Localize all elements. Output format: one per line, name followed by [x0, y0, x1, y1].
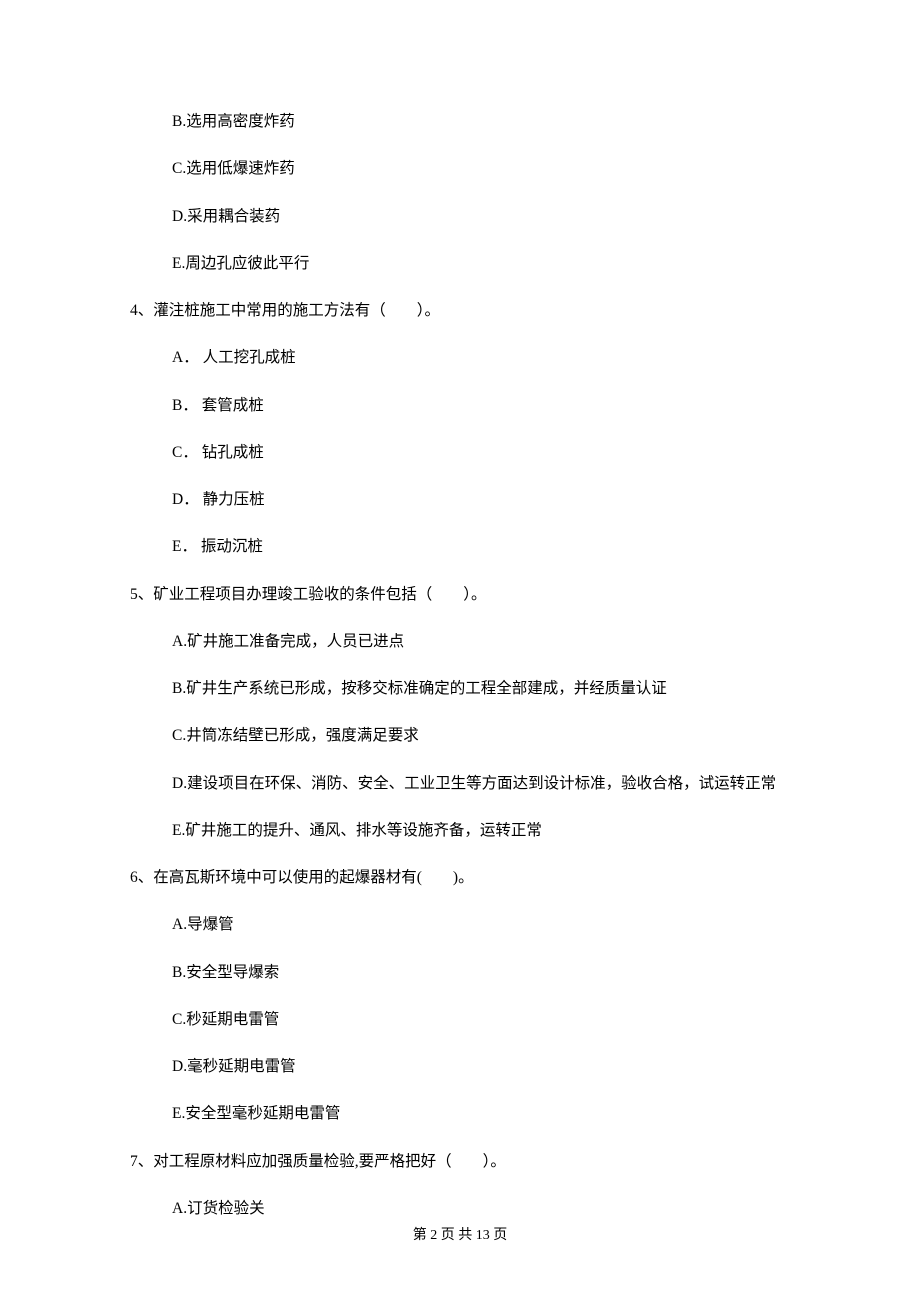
q5-option-c: C.井筒冻结壁已形成，强度满足要求 [172, 724, 790, 747]
q3-option-e: E.周边孔应彼此平行 [172, 252, 790, 275]
q4-stem: 4、灌注桩施工中常用的施工方法有（ ）。 [130, 299, 790, 322]
q4-option-d: D． 静力压桩 [172, 488, 790, 511]
q4-option-c: C． 钻孔成桩 [172, 441, 790, 464]
q6-option-b: B.安全型导爆索 [172, 961, 790, 984]
q6-option-a: A.导爆管 [172, 913, 790, 936]
q5-option-d-text: D.建设项目在环保、消防、安全、工业卫生等方面达到设计标准，验收合格，试运转正常 [130, 775, 776, 792]
q7-option-a: A.订货检验关 [172, 1197, 790, 1220]
page-footer: 第 2 页 共 13 页 [0, 1224, 920, 1244]
q3-option-b: B.选用高密度炸药 [172, 110, 790, 133]
q5-option-e: E.矿井施工的提升、通风、排水等设施齐备，运转正常 [172, 819, 790, 842]
q5-option-d: D.建设项目在环保、消防、安全、工业卫生等方面达到设计标准，验收合格，试运转正常 [130, 772, 790, 795]
q6-option-e: E.安全型毫秒延期电雷管 [172, 1102, 790, 1125]
q5-option-a: A.矿井施工准备完成，人员已进点 [172, 630, 790, 653]
q6-option-c: C.秒延期电雷管 [172, 1008, 790, 1031]
q3-option-c: C.选用低爆速炸药 [172, 157, 790, 180]
page-content: B.选用高密度炸药 C.选用低爆速炸药 D.采用耦合装药 E.周边孔应彼此平行 … [0, 0, 920, 1220]
q7-stem: 7、对工程原材料应加强质量检验,要严格把好（ ）。 [130, 1150, 790, 1173]
q3-option-d: D.采用耦合装药 [172, 205, 790, 228]
q4-option-a: A． 人工挖孔成桩 [172, 346, 790, 369]
q5-option-b: B.矿井生产系统已形成，按移交标准确定的工程全部建成，并经质量认证 [172, 677, 790, 700]
q4-option-b: B． 套管成桩 [172, 394, 790, 417]
q4-option-e: E． 振动沉桩 [172, 535, 790, 558]
q5-stem: 5、矿业工程项目办理竣工验收的条件包括（ ）。 [130, 583, 790, 606]
q6-option-d: D.毫秒延期电雷管 [172, 1055, 790, 1078]
q6-stem: 6、在高瓦斯环境中可以使用的起爆器材有( )。 [130, 866, 790, 889]
